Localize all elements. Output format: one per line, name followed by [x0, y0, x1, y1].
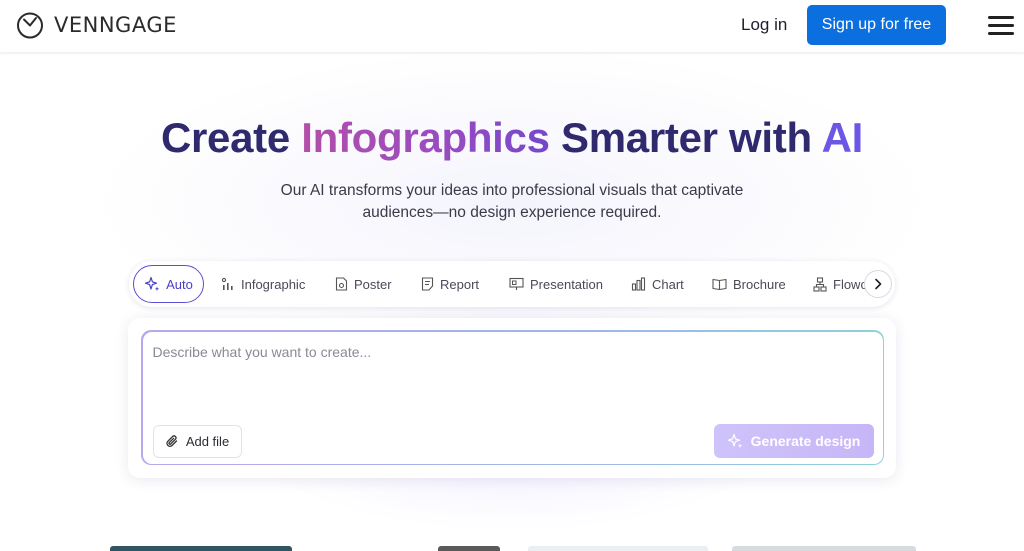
tab-label: Chart: [652, 276, 684, 292]
add-file-label: Add file: [185, 433, 230, 449]
prompt-card: Add file Generate design: [128, 318, 896, 478]
login-link[interactable]: Log in: [741, 15, 787, 35]
tab-infographic[interactable]: Infographic: [221, 265, 305, 303]
headline-highlight: Infographics: [301, 114, 550, 161]
venngage-logo[interactable]: VENNGAGE: [16, 11, 177, 39]
tab-chart[interactable]: Chart: [631, 265, 684, 303]
paperclip-icon: [166, 434, 177, 447]
tab-poster[interactable]: Poster: [335, 265, 392, 303]
hero-subtitle: Our AI transforms your ideas into profes…: [280, 182, 744, 221]
prompt-textarea[interactable]: [152, 343, 873, 404]
tab-label: Presentation: [530, 276, 603, 292]
prompt-area: Add file Generate design: [142, 331, 883, 464]
design-type-tabs: Auto Infographic Poster Report Presentat…: [129, 261, 895, 307]
tab-label: Infographic: [241, 276, 306, 292]
hero-headline: Create Infographics Smarter with AI: [0, 114, 1024, 162]
hamburger-menu-icon[interactable]: [988, 14, 1014, 36]
generate-label: Generate design: [750, 432, 861, 449]
tab-label: Auto: [166, 276, 193, 292]
template-thumbnail[interactable]: [732, 546, 916, 551]
tab-label: Brochure: [733, 276, 786, 292]
sparkle-icon: [145, 276, 160, 291]
logo-text: VENNGAGE: [54, 13, 177, 37]
template-thumbnail[interactable]: [438, 546, 500, 551]
generate-design-button[interactable]: Generate design: [713, 423, 874, 458]
tab-brochure[interactable]: Brochure: [712, 265, 786, 303]
presentation-icon: [509, 277, 524, 290]
headline-part1: Create: [160, 114, 302, 161]
brochure-icon: [712, 278, 727, 291]
tab-label: Poster: [354, 276, 392, 292]
report-icon: [421, 277, 434, 291]
flowchart-icon: [813, 276, 827, 292]
headline-ai: AI: [821, 114, 864, 161]
signup-button[interactable]: Sign up for free: [807, 5, 946, 45]
sparkle-icon: [727, 433, 742, 448]
chart-icon: [631, 277, 646, 291]
tab-report[interactable]: Report: [421, 265, 479, 303]
tab-label: Report: [440, 276, 480, 292]
tab-label: Flowc: [833, 276, 867, 292]
headline-part2: Smarter with: [549, 114, 822, 161]
poster-icon: [335, 277, 348, 291]
tab-auto[interactable]: Auto: [133, 265, 204, 303]
logo-mark-icon: [17, 12, 43, 39]
prompt-frame: Add file Generate design: [141, 330, 884, 465]
template-thumbnail[interactable]: [528, 546, 708, 551]
chevron-right-icon: [875, 278, 882, 290]
tab-flowchart[interactable]: Flowc: [813, 265, 867, 303]
template-thumbnail[interactable]: [110, 546, 292, 551]
tab-presentation[interactable]: Presentation: [509, 265, 603, 303]
tabs-scroll-next-button[interactable]: [864, 270, 892, 298]
infographic-icon: [221, 277, 233, 290]
top-nav: VENNGAGE Log in Sign up for free: [0, 0, 1024, 52]
add-file-button[interactable]: Add file: [152, 424, 242, 458]
